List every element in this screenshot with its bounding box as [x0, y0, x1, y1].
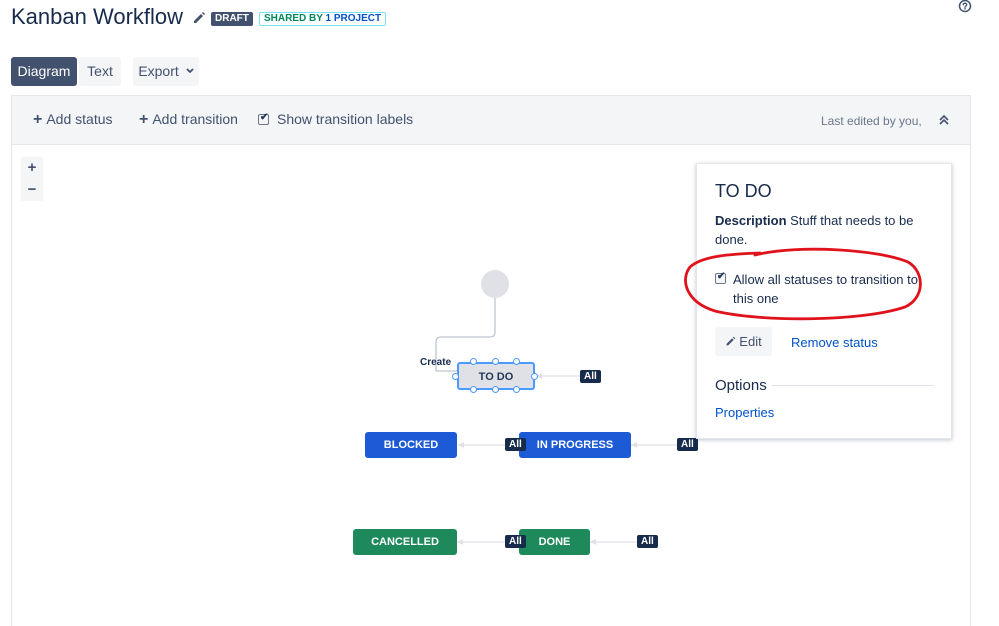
annotation-circle [684, 247, 922, 321]
